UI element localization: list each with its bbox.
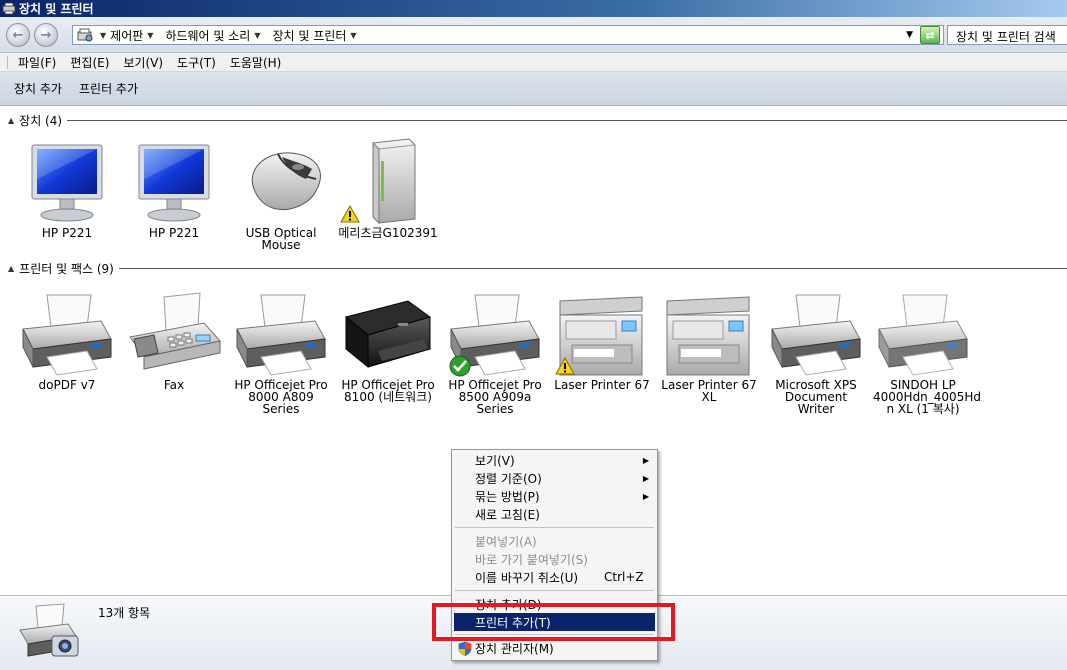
menu-edit[interactable]: 편집(E) xyxy=(63,54,116,71)
collapse-triangle-icon[interactable]: ▲ xyxy=(8,264,14,273)
add-device-button[interactable]: 장치 추가 xyxy=(0,80,71,97)
group-divider xyxy=(67,119,1067,121)
warning-icon xyxy=(340,205,360,223)
inkjet-printer-icon xyxy=(344,300,432,369)
printer-icon xyxy=(771,294,861,376)
device-tile-hp-p221-2[interactable]: HP P221 xyxy=(124,133,224,239)
breadcrumb-hardware-sound[interactable]: 하드웨어 및 소리 ▼ xyxy=(165,27,264,44)
address-bar[interactable]: ▼ 제어판 ▼ 하드웨어 및 소리 ▼ 장치 및 프린터 ▼ ▼ xyxy=(72,25,944,45)
device-tile-usb-mouse[interactable]: USB Optical Mouse xyxy=(231,133,331,251)
printer-tile-laser-67[interactable]: Laser Printer 67 xyxy=(552,285,652,391)
group-header-devices[interactable]: ▲ 장치 (4) xyxy=(8,113,1067,128)
back-button[interactable]: ← xyxy=(6,23,30,47)
menu-view[interactable]: 보기(V) xyxy=(116,54,170,71)
address-row: ← → ▼ 제어판 ▼ 하드웨어 및 소리 ▼ 장치 및 프린터 ▼ ▼ ⇄ 장치 및… xyxy=(0,17,1067,53)
warning-icon xyxy=(555,357,575,375)
printer-icon xyxy=(878,294,968,376)
device-tile-hp-p221-1[interactable]: HP P221 xyxy=(17,133,117,239)
monitor-icon xyxy=(31,144,103,222)
printer-tile-sindoh[interactable]: SINDOH LP 4000Hdn_4005Hd n XL (1 복사) xyxy=(873,285,981,415)
menu-help[interactable]: 도움말(H) xyxy=(223,54,289,71)
menu-file[interactable]: 파일(F) xyxy=(11,54,63,71)
printer-tile-laser-67-xl[interactable]: Laser Printer 67 XL xyxy=(659,285,759,403)
back-arrow-icon: ← xyxy=(12,27,24,43)
menu-separator xyxy=(455,590,654,591)
address-history-dropdown-icon[interactable]: ▼ xyxy=(906,30,913,40)
menu-item-refresh[interactable]: 새로 고침(E) xyxy=(454,505,655,523)
printer-tile-hp-8000[interactable]: HP Officejet Pro 8000 A809 Series xyxy=(231,285,331,415)
menu-item-add-device[interactable]: 장치 추가(D) xyxy=(454,595,655,613)
default-printer-check-icon xyxy=(449,355,471,377)
breadcrumb-control-panel[interactable]: 제어판 ▼ xyxy=(110,27,157,44)
add-printer-button[interactable]: 프린터 추가 xyxy=(71,80,147,97)
chevron-down-icon[interactable]: ▼ xyxy=(254,31,260,40)
menu-item-add-printer[interactable]: 프린터 추가(T) xyxy=(454,613,655,631)
command-bar: 장치 추가 프린터 추가 xyxy=(0,72,1067,106)
fax-icon xyxy=(129,292,221,370)
submenu-arrow-icon: ▶ xyxy=(642,455,649,465)
laser-printer-icon xyxy=(666,296,750,376)
printer-icon xyxy=(236,294,326,376)
chevron-down-icon[interactable]: ▼ xyxy=(350,31,356,40)
forward-button[interactable]: → xyxy=(34,23,58,47)
chevron-down-icon[interactable]: ▼ xyxy=(147,31,153,40)
devices-printers-icon xyxy=(2,2,16,15)
printer-tile-dopdf[interactable]: doPDF v7 xyxy=(17,285,117,391)
window-title-bar[interactable]: 장치 및 프린터 xyxy=(0,0,1067,17)
menu-item-sort[interactable]: 정렬 기준(O) ▶ xyxy=(454,469,655,487)
chevron-down-icon[interactable]: ▼ xyxy=(100,31,106,40)
menu-item-view[interactable]: 보기(V) ▶ xyxy=(454,451,655,469)
collapse-triangle-icon[interactable]: ▲ xyxy=(8,116,14,125)
printer-tile-fax[interactable]: Fax xyxy=(124,285,224,391)
group-divider xyxy=(118,267,1067,269)
breadcrumb-devices-printers[interactable]: 장치 및 프린터 ▼ xyxy=(273,27,361,44)
refresh-icon: ⇄ xyxy=(925,28,935,42)
menu-separator xyxy=(455,634,654,635)
menu-bar: 파일(F) 편집(E) 보기(V) 도구(T) 도움말(H) xyxy=(0,53,1067,72)
refresh-button[interactable]: ⇄ xyxy=(920,26,940,44)
menu-tools[interactable]: 도구(T) xyxy=(170,54,223,71)
item-count: 13개 항목 xyxy=(98,606,151,620)
context-menu: 보기(V) ▶ 정렬 기준(O) ▶ 묶는 방법(P) ▶ 새로 고침(E) 붙여넣기… xyxy=(451,449,658,661)
printer-tile-hp-8100[interactable]: HP Officejet Pro 8100 (네트워크) xyxy=(338,285,438,403)
device-tile-computer[interactable]: 메리츠금G102391 xyxy=(338,133,438,239)
control-panel-icon xyxy=(77,28,93,42)
monitor-icon xyxy=(138,144,210,222)
menu-grip xyxy=(7,55,8,69)
group-header-printers[interactable]: ▲ 프린터 및 팩스 (9) xyxy=(8,261,1067,276)
menu-item-paste[interactable]: 붙여넣기(A) xyxy=(454,532,655,550)
printer-tile-xps[interactable]: Microsoft XPS Document Writer xyxy=(766,285,866,415)
menu-item-undo-rename[interactable]: 이름 바꾸기 취소(U) Ctrl+Z xyxy=(454,568,655,586)
mouse-icon xyxy=(251,152,321,210)
menu-item-group[interactable]: 묶는 방법(P) ▶ xyxy=(454,487,655,505)
search-input[interactable]: 장치 및 프린터 검색 xyxy=(947,25,1067,45)
submenu-arrow-icon: ▶ xyxy=(642,491,649,501)
devices-printers-icon xyxy=(19,603,79,657)
printer-icon xyxy=(22,294,112,376)
forward-arrow-icon: → xyxy=(40,27,52,43)
printer-tile-hp-8500[interactable]: HP Officejet Pro 8500 A909a Series xyxy=(445,285,545,415)
window-title: 장치 및 프린터 xyxy=(19,2,94,16)
menu-separator xyxy=(455,527,654,528)
menu-item-device-manager[interactable]: 장치 관리자(M) xyxy=(454,639,655,657)
uac-shield-icon xyxy=(458,641,472,656)
menu-item-paste-shortcut[interactable]: 바로 가기 붙여넣기(S) xyxy=(454,550,655,568)
shortcut-label: Ctrl+Z xyxy=(604,570,644,584)
submenu-arrow-icon: ▶ xyxy=(642,473,649,483)
computer-tower-icon xyxy=(372,138,416,225)
